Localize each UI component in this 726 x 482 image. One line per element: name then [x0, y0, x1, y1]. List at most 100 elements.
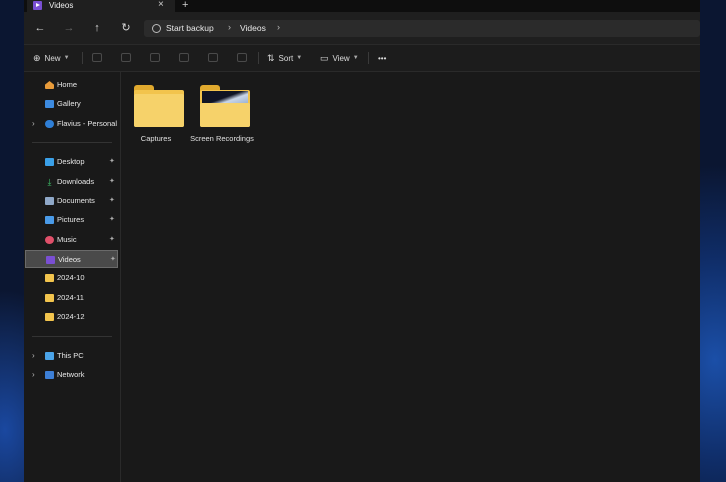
breadcrumb-start-backup[interactable]: Start backup — [166, 23, 214, 33]
onedrive-cloud-icon — [45, 120, 54, 128]
folder-icon — [45, 274, 54, 282]
sidebar-item-music[interactable]: Music ✦ — [25, 231, 118, 249]
sort-button[interactable]: ⇅ Sort ▼ — [267, 52, 302, 64]
sidebar-item-label: Flavius - Personal — [57, 119, 118, 128]
breadcrumb-videos[interactable]: Videos — [240, 23, 266, 33]
folder-preview-icon — [200, 85, 250, 127]
home-icon — [45, 81, 54, 89]
navigation-bar: ← → ↑ ↻ Start backup › Videos › — [24, 12, 700, 45]
more-icon: ••• — [378, 53, 387, 63]
breadcrumb-chevron-icon[interactable]: › — [277, 22, 280, 32]
file-explorer-window: Videos × + ← → ↑ ↻ Start backup › Videos… — [24, 0, 700, 482]
title-bar: Videos × + — [24, 0, 700, 12]
videos-icon — [33, 1, 42, 10]
divider — [32, 336, 112, 337]
folder-label: Screen Recordings — [190, 134, 254, 143]
chevron-down-icon: ▼ — [352, 55, 359, 61]
sidebar-item-label: Documents — [57, 196, 95, 205]
share-icon[interactable] — [208, 53, 218, 62]
folder-captures[interactable]: Captures — [125, 76, 187, 158]
address-bar[interactable]: Start backup › Videos › — [144, 20, 700, 37]
sidebar-item-desktop[interactable]: Desktop ✦ — [25, 153, 118, 171]
file-list: Captures Screen Recordings — [121, 72, 700, 482]
sidebar-item-label: Downloads — [57, 177, 95, 186]
sidebar-item-label: 2024-11 — [57, 293, 84, 302]
sort-button-label: Sort — [278, 53, 294, 63]
sidebar-item-network[interactable]: › Network — [25, 366, 118, 384]
folder-icon — [134, 85, 184, 127]
chevron-down-icon: ▼ — [63, 55, 70, 61]
divider — [368, 52, 369, 64]
sidebar-item-label: Music — [57, 235, 77, 244]
sidebar-item-documents[interactable]: Documents ✦ — [25, 192, 118, 210]
sidebar-item-2024-12[interactable]: 2024-12 — [25, 308, 118, 326]
backup-icon — [152, 24, 161, 33]
cut-icon[interactable] — [92, 53, 102, 62]
sidebar-item-label: This PC — [57, 351, 84, 360]
chevron-down-icon: ▼ — [296, 55, 303, 61]
sidebar-item-2024-11[interactable]: 2024-11 — [25, 289, 118, 307]
refresh-button[interactable]: ↻ — [119, 21, 133, 35]
rename-icon[interactable] — [179, 53, 189, 62]
pictures-icon — [45, 216, 54, 224]
pin-icon: ✦ — [109, 197, 115, 204]
pin-icon: ✦ — [109, 236, 115, 243]
delete-icon[interactable] — [237, 53, 247, 62]
sidebar-item-label: Desktop — [57, 157, 85, 166]
close-tab-icon[interactable]: × — [158, 0, 164, 10]
view-button[interactable]: ▭ View ▼ — [320, 52, 359, 64]
sort-icon: ⇅ — [267, 52, 275, 63]
folder-icon — [45, 313, 54, 321]
sidebar-item-onedrive[interactable]: › Flavius - Personal — [25, 115, 118, 133]
sidebar-item-pictures[interactable]: Pictures ✦ — [25, 211, 118, 229]
chevron-right-icon[interactable]: › — [32, 370, 35, 379]
command-bar: ⊕ New ▼ ⇅ Sort ▼ ▭ View ▼ ••• — [24, 45, 700, 72]
pc-icon — [45, 352, 54, 360]
desktop-icon — [45, 158, 54, 166]
sidebar-item-label: Pictures — [57, 215, 85, 224]
folder-icon — [45, 294, 54, 302]
chevron-right-icon[interactable]: › — [32, 351, 35, 360]
music-icon — [45, 236, 54, 244]
network-icon — [45, 371, 54, 379]
add-circle-icon: ⊕ — [33, 52, 41, 63]
documents-icon — [45, 197, 54, 205]
folder-screen-recordings[interactable]: Screen Recordings — [190, 76, 254, 158]
chevron-right-icon[interactable]: › — [32, 119, 35, 128]
pin-icon: ✦ — [109, 216, 115, 223]
videos-icon — [46, 256, 55, 264]
sidebar-item-gallery[interactable]: Gallery — [25, 95, 118, 113]
forward-button[interactable]: → — [62, 21, 76, 35]
sidebar-item-label: Gallery — [57, 99, 81, 108]
new-button-label: New — [44, 53, 61, 63]
tab-videos[interactable]: Videos × — [27, 0, 175, 12]
more-options-button[interactable]: ••• — [378, 52, 386, 64]
breadcrumb-chevron-icon[interactable]: › — [228, 22, 231, 32]
sidebar-item-this-pc[interactable]: › This PC — [25, 347, 118, 365]
sidebar-item-videos[interactable]: Videos ✦ — [25, 250, 118, 268]
gallery-icon — [45, 100, 54, 108]
pin-icon: ✦ — [110, 256, 116, 263]
tab-title: Videos — [49, 1, 74, 10]
view-button-label: View — [332, 53, 350, 63]
sidebar-item-home[interactable]: Home — [25, 76, 118, 94]
up-button[interactable]: ↑ — [90, 21, 104, 35]
divider — [32, 142, 112, 143]
pin-icon: ✦ — [109, 178, 115, 185]
copy-icon[interactable] — [121, 53, 131, 62]
divider — [258, 52, 259, 64]
back-button[interactable]: ← — [33, 21, 47, 35]
sidebar-item-label: 2024-10 — [57, 273, 85, 282]
new-button[interactable]: ⊕ New ▼ — [33, 52, 70, 64]
paste-icon[interactable] — [150, 53, 160, 62]
sidebar-item-label: Videos — [58, 255, 81, 264]
sidebar-item-label: 2024-12 — [57, 312, 85, 321]
download-icon: ⤓ — [47, 177, 52, 187]
new-tab-icon[interactable]: + — [182, 0, 188, 11]
divider — [82, 52, 83, 64]
sidebar-item-label: Home — [57, 80, 78, 89]
sidebar-item-2024-10[interactable]: 2024-10 — [25, 269, 118, 287]
pin-icon: ✦ — [109, 158, 115, 165]
sidebar-item-label: Network — [57, 370, 85, 379]
sidebar-item-downloads[interactable]: ⤓ Downloads ✦ — [25, 173, 118, 191]
